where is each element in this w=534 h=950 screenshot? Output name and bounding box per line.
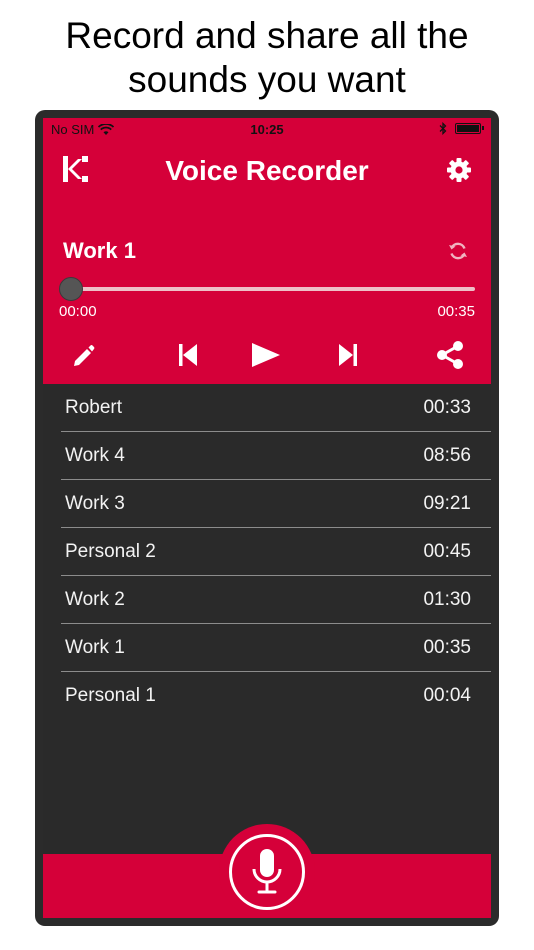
recording-row[interactable]: Robert 00:33: [61, 384, 491, 432]
recording-name: Work 4: [65, 444, 125, 466]
app-title: Voice Recorder: [165, 155, 369, 186]
recordings-list: Robert 00:33 Work 4 08:56 Work 3 09:21 P…: [61, 384, 491, 720]
previous-button[interactable]: [171, 338, 205, 372]
total-time: 00:35: [437, 303, 475, 320]
recording-row[interactable]: Work 3 09:21: [61, 480, 491, 528]
next-button[interactable]: [331, 338, 365, 372]
current-track-title: Work 1: [63, 238, 136, 263]
recording-duration: 09:21: [423, 492, 471, 514]
play-icon: [252, 343, 280, 367]
recording-name: Robert: [65, 396, 123, 418]
status-time: 10:25: [250, 122, 284, 137]
recording-name: Work 3: [65, 492, 125, 514]
refresh-icon[interactable]: [447, 240, 469, 262]
recording-row[interactable]: Personal 1 00:04: [61, 672, 491, 720]
seek-bar[interactable]: [71, 287, 475, 291]
battery-icon: [455, 123, 484, 134]
recording-row[interactable]: Work 2 01:30: [61, 576, 491, 624]
recording-name: Personal 1: [65, 685, 156, 706]
recording-duration: 08:56: [423, 444, 471, 466]
headline-line-1: Record and share all the: [65, 15, 469, 56]
phone-frame: No SIM 10:25 Voice Recorder Work 1 00:00…: [35, 110, 499, 926]
bluetooth-icon: [439, 122, 447, 135]
recording-name: Work 2: [65, 588, 125, 610]
recording-duration: 01:30: [423, 588, 471, 610]
elapsed-time: 00:00: [59, 303, 97, 320]
player-panel: Work 1 00:00 00:35: [43, 202, 491, 384]
recording-name: Work 1: [65, 636, 125, 658]
app-header: Voice Recorder: [43, 140, 491, 202]
recording-name: Personal 2: [65, 540, 156, 562]
marketing-headline: Record and share all the sounds you want: [0, 14, 534, 102]
status-right-group: [439, 122, 484, 135]
record-button[interactable]: [229, 834, 305, 910]
edit-button[interactable]: [67, 338, 101, 372]
recording-row[interactable]: Personal 2 00:45: [61, 528, 491, 576]
app-screen: No SIM 10:25 Voice Recorder Work 1 00:00…: [43, 118, 491, 918]
recording-duration: 00:33: [423, 396, 471, 418]
recording-row[interactable]: Work 1 00:35: [61, 624, 491, 672]
microphone-icon: [252, 849, 282, 894]
share-button[interactable]: [433, 338, 467, 372]
gear-icon[interactable]: [445, 156, 473, 184]
play-button[interactable]: [249, 338, 283, 372]
skip-previous-icon: [179, 344, 197, 366]
share-icon: [437, 341, 463, 369]
recording-duration: 00:45: [423, 540, 471, 562]
skip-next-icon: [339, 344, 357, 366]
recording-row[interactable]: Work 4 08:56: [61, 432, 491, 480]
recording-duration: 00:35: [423, 636, 471, 658]
seek-handle[interactable]: [59, 277, 83, 301]
headline-line-2: sounds you want: [128, 59, 406, 100]
status-bar: No SIM 10:25: [43, 118, 491, 140]
recording-duration: 00:04: [423, 685, 471, 706]
pencil-icon: [74, 345, 95, 366]
